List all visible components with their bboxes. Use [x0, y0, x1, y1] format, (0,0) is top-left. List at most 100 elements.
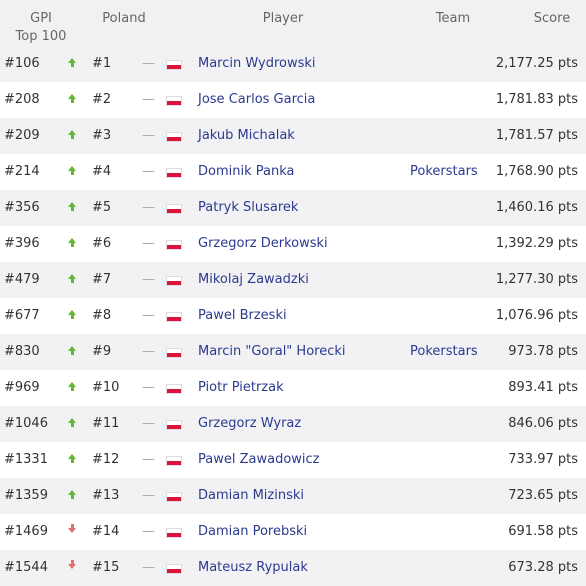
table-body: #106 #1— Marcin Wydrowski 2,177.25 pts #208 #… — [0, 46, 586, 586]
trend-up-arrow-icon — [66, 298, 78, 334]
poland-rank: #10 — [92, 380, 120, 395]
gpi-rank: #396 — [4, 236, 40, 251]
rank-change: — — [142, 488, 155, 503]
gpi-rank: #209 — [4, 128, 40, 143]
rank-change: — — [142, 416, 155, 431]
gpi-rank: #677 — [4, 308, 40, 323]
player-name-link[interactable]: Mateusz Rypulak — [198, 550, 308, 586]
player-name-link[interactable]: Damian Porebski — [198, 514, 307, 550]
player-name-link[interactable]: Marcin Wydrowski — [198, 46, 316, 82]
poland-flag-icon — [166, 420, 182, 430]
player-name-link[interactable]: Pawel Zawadowicz — [198, 442, 320, 478]
poland-rank: #14 — [92, 524, 120, 539]
rank-change: — — [142, 524, 155, 539]
table-row: #356 #5 — Patryk Slusarek 1,460.16 pts — [0, 190, 586, 226]
player-score: 1,781.57 pts — [495, 128, 578, 143]
player-score: 723.65 pts — [508, 488, 578, 503]
poland-flag-icon — [166, 384, 182, 394]
gpi-rank: #830 — [4, 344, 40, 359]
player-name-link[interactable]: Mikolaj Zawadzki — [198, 262, 309, 298]
poland-flag-icon — [166, 60, 182, 70]
player-score: 1,768.90 pts — [495, 164, 578, 179]
trend-up-arrow-icon — [66, 154, 78, 190]
player-name-link[interactable]: Piotr Pietrzak — [198, 370, 284, 406]
rank-change: — — [142, 308, 155, 323]
header-poland[interactable]: Poland — [96, 10, 152, 28]
player-score: 1,460.16 pts — [495, 200, 578, 215]
trend-up-arrow-icon — [66, 478, 78, 514]
rank-change: — — [142, 164, 155, 179]
poland-rank: #15 — [92, 560, 120, 575]
player-name-link[interactable]: Grzegorz Wyraz — [198, 406, 301, 442]
player-score: 733.97 pts — [508, 452, 578, 467]
poland-flag-icon — [166, 492, 182, 502]
poland-flag-icon — [166, 564, 182, 574]
gpi-rank: #208 — [4, 92, 40, 107]
poland-flag-icon — [166, 456, 182, 466]
table-row: #1046 #11 — Grzegorz Wyraz 846.06 pts — [0, 406, 586, 442]
rank-change: — — [142, 56, 155, 71]
table-row: #214 #4 — Dominik Panka Pokerstars 1,768.90 p… — [0, 154, 586, 190]
player-score: 846.06 pts — [508, 416, 578, 431]
gpi-rank: #1544 — [4, 560, 48, 575]
poland-rank: #8 — [92, 308, 112, 323]
table-row: #396 #6 — Grzegorz Derkowski 1,392.29 pts — [0, 226, 586, 262]
poland-flag-icon — [166, 312, 182, 322]
gpi-rank: #1469 — [4, 524, 48, 539]
player-score: 1,781.83 pts — [495, 92, 578, 107]
rank-change: — — [142, 344, 155, 359]
poland-rank: #2 — [92, 92, 112, 107]
rank-change: — — [142, 560, 155, 575]
header-player[interactable]: Player — [248, 10, 318, 28]
trend-up-arrow-icon — [66, 442, 78, 478]
team-name-link[interactable]: Pokerstars — [410, 334, 478, 370]
player-score: 973.78 pts — [508, 344, 578, 359]
table-row: #1331 #12 — Pawel Zawadowicz 733.97 pts — [0, 442, 586, 478]
player-score: 2,177.25 pts — [495, 56, 578, 71]
player-name-link[interactable]: Grzegorz Derkowski — [198, 226, 328, 262]
trend-up-arrow-icon — [66, 118, 78, 154]
player-score: 673.28 pts — [508, 560, 578, 575]
header-gpi[interactable]: GPI Top 100 — [4, 10, 78, 46]
trend-up-arrow-icon — [66, 262, 78, 298]
rank-change: — — [142, 380, 155, 395]
poland-flag-icon — [166, 528, 182, 538]
player-name-link[interactable]: Dominik Panka — [198, 154, 294, 190]
poland-flag-icon — [166, 204, 182, 214]
player-name-link[interactable]: Jakub Michalak — [198, 118, 295, 154]
header-gpi-label: GPI — [30, 11, 52, 26]
gpi-rank: #356 — [4, 200, 40, 215]
trend-up-arrow-icon — [66, 226, 78, 262]
poland-rank: #4 — [92, 164, 112, 179]
trend-up-arrow-icon — [66, 190, 78, 226]
poland-rank: #11 — [92, 416, 120, 431]
player-name-link[interactable]: Damian Mizinski — [198, 478, 304, 514]
player-name-link[interactable]: Pawel Brzeski — [198, 298, 287, 334]
table-row: #208 #2 — Jose Carlos Garcia 1,781.83 pts — [0, 82, 586, 118]
table-row: #1469 #14 — Damian Porebski 691.58 pts — [0, 514, 586, 550]
table-row: #1544 #15 — Mateusz Rypulak 673.28 pts — [0, 550, 586, 586]
poland-rank: #9 — [92, 344, 112, 359]
table-row: #1359 #13 — Damian Mizinski 723.65 pts — [0, 478, 586, 514]
trend-up-arrow-icon — [66, 82, 78, 118]
player-score: 1,277.30 pts — [495, 272, 578, 287]
table-row: #479 #7 — Mikolaj Zawadzki 1,277.30 pts — [0, 262, 586, 298]
poland-rank: #5 — [92, 200, 112, 215]
player-name-link[interactable]: Marcin "Goral" Horecki — [198, 334, 346, 370]
player-name-link[interactable]: Patryk Slusarek — [198, 190, 298, 226]
gpi-rank: #1359 — [4, 488, 48, 503]
header-score[interactable]: Score — [526, 10, 578, 28]
gpi-rank: #1331 — [4, 452, 48, 467]
team-name-link[interactable]: Pokerstars — [410, 154, 478, 190]
trend-up-arrow-icon — [66, 334, 78, 370]
player-score: 893.41 pts — [508, 380, 578, 395]
player-name-link[interactable]: Jose Carlos Garcia — [198, 82, 315, 118]
gpi-rank: #214 — [4, 164, 40, 179]
gpi-rank: #969 — [4, 380, 40, 395]
trend-up-arrow-icon — [66, 370, 78, 406]
poland-rank: #6 — [92, 236, 112, 251]
header-team[interactable]: Team — [430, 10, 476, 28]
table-row: #969 #10 — Piotr Pietrzak 893.41 pts — [0, 370, 586, 406]
trend-down-arrow-icon — [66, 514, 78, 550]
trend-down-arrow-icon — [66, 550, 78, 586]
